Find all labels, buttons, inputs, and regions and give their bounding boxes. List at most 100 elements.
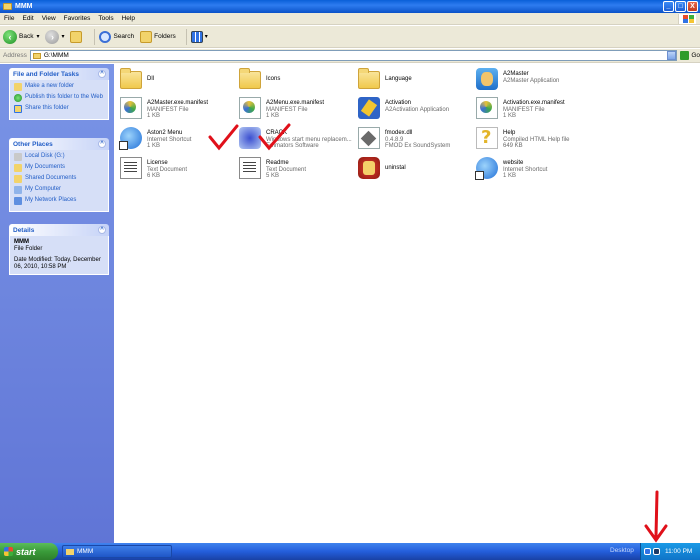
network-tray-icon[interactable] [644,548,651,555]
text-document-icon [239,157,261,179]
desktop-toolbar-label[interactable]: Desktop [610,547,634,554]
folder-icon [358,68,380,89]
app-icon [476,68,498,90]
maximize-button[interactable]: □ [675,1,686,12]
file-item[interactable]: Readme Text Document 5 KB [239,157,354,185]
forward-arrow-icon: › [45,29,60,44]
file-item[interactable]: website Internet Shortcut 1 KB [475,157,591,185]
forward-dropdown-icon[interactable]: ▾ [61,33,64,40]
documents-icon [14,164,22,172]
file-item[interactable]: A2Menu.exe.manifest MANIFEST File 1 KB [239,97,354,125]
file-item[interactable]: CRACK Windows start menu replacem... Emmat… [239,127,354,155]
task-make-new-folder[interactable]: Make a new folder [14,83,104,91]
address-dropdown-icon[interactable] [667,51,677,60]
file-size: 5 KB [266,173,280,179]
up-button[interactable] [70,30,84,43]
task-share-folder[interactable]: Share this folder [14,105,104,113]
place-label: Shared Documents [25,175,77,181]
file-item[interactable]: Icons [239,68,354,96]
file-item[interactable]: License Text Document 6 KB [120,157,235,185]
collapse-chevron-icon[interactable]: ^ [98,140,106,148]
panel-header[interactable]: Details ^ [9,224,109,236]
new-folder-icon [14,83,22,91]
back-arrow-icon: ‹ [3,29,17,44]
menu-help[interactable]: Help [122,15,135,22]
file-item[interactable]: A2Master A2Master Application [476,68,591,96]
collapse-chevron-icon[interactable]: ^ [98,70,106,78]
address-label: Address [3,52,27,59]
globe-icon [14,94,22,102]
place-local-disk[interactable]: Local Disk (G:) [14,153,104,161]
crack-icon [239,127,261,149]
help-icon [476,127,498,149]
task-label: Share this folder [25,105,69,111]
share-icon [14,105,22,113]
search-label: Search [113,33,135,40]
views-button[interactable]: ▾ [190,30,208,43]
menu-bar: File Edit View Favorites Tools Help [0,13,700,25]
address-input[interactable]: G:\MMM [29,50,678,61]
forward-button[interactable]: › ▾ [45,29,64,44]
app-tray-icon[interactable] [653,548,660,555]
file-type: A2Activation Application [385,106,450,113]
place-label: My Network Places [25,197,77,203]
minimize-button[interactable]: _ [663,1,674,12]
text-document-icon [120,157,142,179]
start-label: start [16,546,36,557]
file-size: 6 KB [147,173,161,179]
folder-icon [66,548,74,555]
task-publish-to-web[interactable]: Publish this folder to the Web [14,94,104,102]
menu-favorites[interactable]: Favorites [64,15,91,22]
panel-header[interactable]: File and Folder Tasks ^ [9,68,109,80]
folder-icon [120,68,142,89]
file-view: Dll Icons Language A2Master A2Master Appl… [114,64,700,543]
file-item[interactable]: Aston2 Menu Internet Shortcut 1 KB [119,127,235,155]
file-size: 1 KB [147,143,161,149]
menu-view[interactable]: View [42,15,56,22]
task-label: Publish this folder to the Web [25,94,103,100]
file-size: 1 KB [503,113,517,119]
back-button[interactable]: ‹ Back ▾ [3,29,39,44]
place-shared-documents[interactable]: Shared Documents [14,175,104,183]
file-size: 649 KB [503,143,523,149]
manifest-icon [476,97,498,119]
close-button[interactable]: X [687,1,698,12]
panel-header[interactable]: Other Places ^ [9,138,109,150]
manifest-icon [120,97,142,119]
start-button[interactable]: start [0,543,58,560]
file-item[interactable]: Activation A2Activation Application [358,97,473,125]
file-item[interactable]: Activation.exe.manifest MANIFEST File 1 KB [476,97,591,125]
file-item[interactable]: A2Master.exe.manifest MANIFEST File 1 KB [120,97,235,125]
place-my-computer[interactable]: My Computer [14,186,104,194]
system-tray: 11:00 PM [640,543,700,560]
place-label: Local Disk (G:) [25,153,65,159]
folders-button[interactable]: Folders [140,30,176,43]
file-item[interactable]: Language [358,68,473,96]
search-button[interactable]: Search [99,30,135,43]
place-my-network-places[interactable]: My Network Places [14,197,104,205]
activation-icon [358,97,380,119]
task-label: Make a new folder [25,83,75,89]
place-my-documents[interactable]: My Documents [14,164,104,172]
up-folder-icon [70,30,83,43]
collapse-chevron-icon[interactable]: ^ [98,226,106,234]
clock[interactable]: 11:00 PM [665,548,692,555]
folder-icon [3,3,12,10]
file-item[interactable]: uninstal [358,157,473,185]
other-places-panel: Other Places ^ Local Disk (G:) My Docume… [9,138,109,212]
toolbar-separator [185,28,187,45]
menu-tools[interactable]: Tools [98,15,113,22]
file-name: uninstal [385,165,406,171]
file-item[interactable]: HelpCompiled HTML Help file649 KB [476,127,591,155]
back-dropdown-icon[interactable]: ▾ [36,33,39,40]
menu-file[interactable]: File [4,15,14,22]
file-size: Emmators Software [266,143,319,149]
taskbar-window-button[interactable]: MMM [62,545,172,558]
go-button[interactable]: Go [680,51,700,60]
file-size: FMOD Ex SoundSystem [385,143,451,149]
menu-edit[interactable]: Edit [22,15,33,22]
panel-body: Local Disk (G:) My Documents Shared Docu… [9,150,109,212]
file-item[interactable]: fmodex.dll 0.4.8.9 FMOD Ex SoundSystem [358,127,473,155]
file-item[interactable]: Dll [120,68,235,96]
file-size: 1 KB [147,113,161,119]
